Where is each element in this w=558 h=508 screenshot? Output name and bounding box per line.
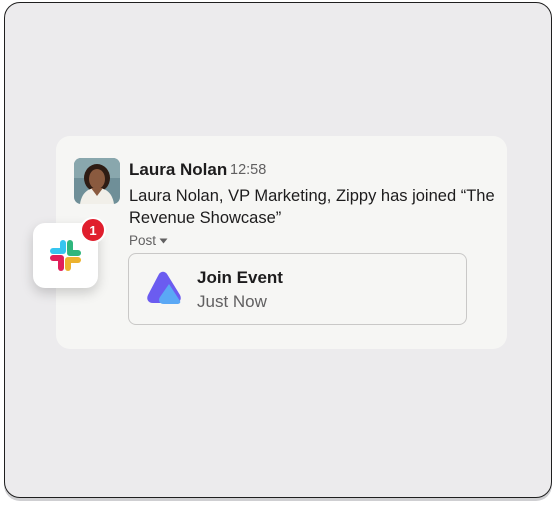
message-timestamp[interactable]: 12:58 (230, 162, 266, 178)
event-logo-icon (147, 271, 181, 304)
message-text: Laura Nolan, VP Marketing, Zippy has joi… (129, 187, 495, 227)
message-author[interactable]: Laura Nolan (129, 160, 227, 180)
join-event-card[interactable]: Join Event Just Now (128, 253, 467, 325)
event-subtitle: Just Now (197, 292, 267, 311)
post-menu-label: Post (129, 233, 157, 248)
avatar-photo (74, 158, 120, 204)
event-title: Join Event (197, 268, 283, 287)
notification-badge: 1 (80, 217, 106, 243)
chevron-down-icon (159, 238, 168, 243)
slack-logo-icon (50, 240, 81, 271)
post-menu[interactable]: Post (129, 233, 168, 248)
avatar[interactable] (74, 158, 120, 204)
